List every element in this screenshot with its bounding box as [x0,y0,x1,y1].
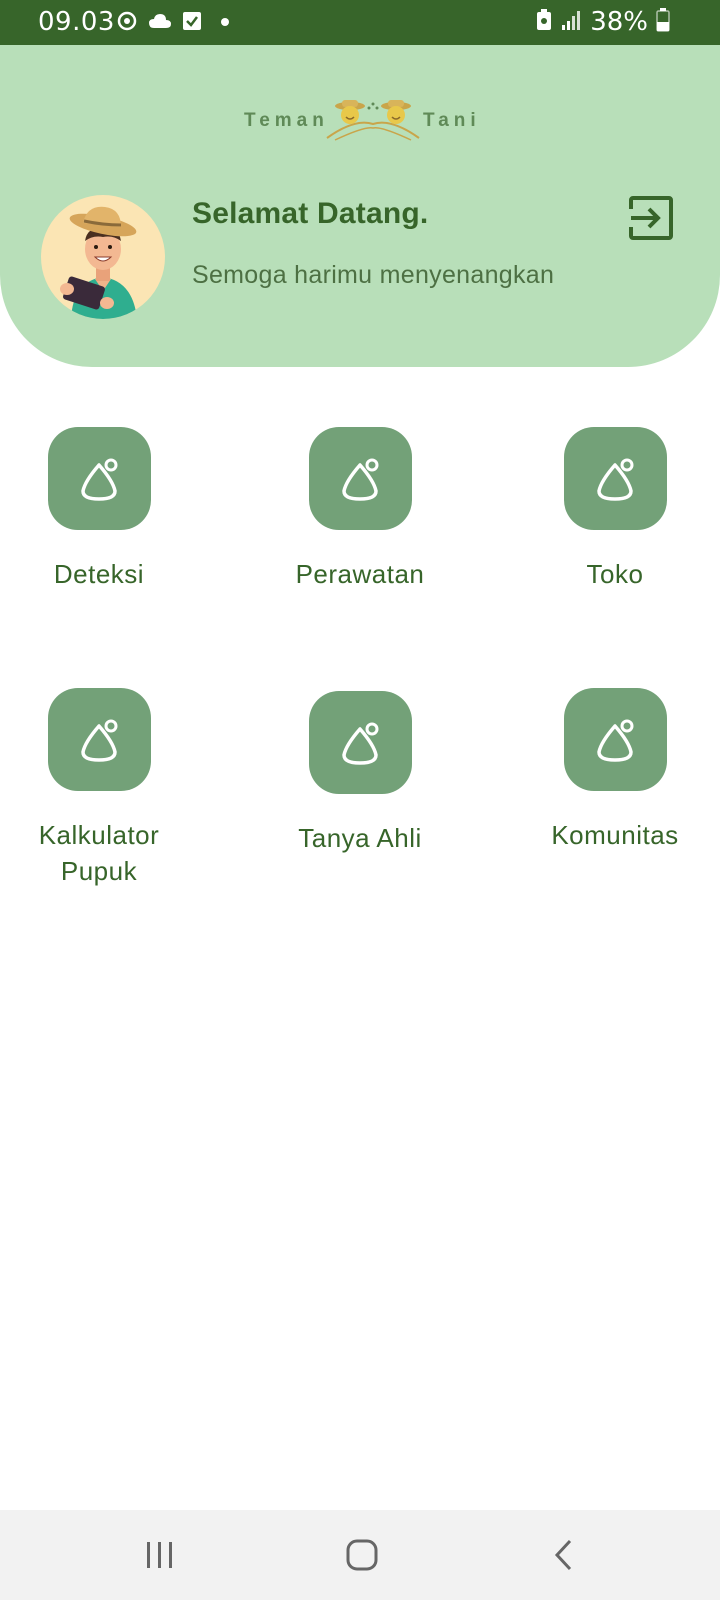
recent-apps-button[interactable] [130,1530,190,1580]
menu-label-kalkulator-pupuk: Kalkulator Pupuk [0,817,209,889]
logo-text-left: Teman [244,110,329,131]
system-nav-bar [0,1510,720,1600]
farmer-avatar-icon [60,206,137,319]
welcome-subtitle: Semoga harimu menyenangkan [192,261,555,289]
status-icons-left [116,10,230,36]
menu-item-tanya-ahli[interactable]: Tanya Ahli [250,691,470,856]
menu-label-perawatan: Perawatan [295,559,425,589]
logout-icon [628,196,673,240]
placeholder-icon [342,458,379,501]
sync-icon [116,10,138,37]
recent-apps-icon [147,1542,172,1568]
menu-item-kalkulator-pupuk[interactable]: Kalkulator Pupuk [0,688,209,889]
menu-item-deteksi[interactable]: Deteksi [0,427,209,592]
battery-icon [656,7,670,37]
menu-icon-perawatan[interactable] [308,427,412,530]
status-time: 09.03 [38,7,115,37]
dot-icon [220,14,230,32]
menu-item-toko[interactable]: Toko [505,427,720,592]
placeholder-icon [81,458,118,501]
logo-text-right: Tani [423,110,481,131]
cloud-icon [148,12,172,35]
welcome-title: Selamat Datang. [192,197,429,230]
menu-label-deteksi: Deteksi [53,559,145,589]
menu-label-tanya-ahli: Tanya Ahli [298,823,422,853]
menu-icon-kalkulator-pupuk[interactable] [47,688,151,791]
signal-icon [560,9,582,36]
menu-icon-toko[interactable] [563,427,667,530]
placeholder-icon [597,458,634,501]
avatar [41,195,165,319]
back-icon [554,1539,572,1571]
placeholder-icon [597,719,634,762]
menu-icon-deteksi[interactable] [47,427,151,530]
logout-button[interactable] [628,195,676,243]
menu-icon-tanya-ahli[interactable] [308,691,412,794]
status-icons-right: 38% [536,7,670,37]
menu-label-line1: Kalkulator [38,820,160,850]
battery-saver-icon [536,8,552,36]
menu-label-line2: Pupuk [60,856,138,886]
menu-item-perawatan[interactable]: Perawatan [250,427,470,592]
header-panel: Teman Tani Selamat Datang. Semoga harimu… [0,45,720,367]
placeholder-icon [81,719,118,762]
status-bar: 09.03 38% [0,0,720,45]
placeholder-icon [342,722,379,765]
back-button[interactable] [534,1530,594,1580]
menu-icon-komunitas[interactable] [563,688,667,791]
menu-label-komunitas: Komunitas [551,820,679,850]
menu-label-toko: Toko [586,559,644,589]
checkbox-icon [182,11,202,36]
app-logo: Teman Tani [0,98,720,148]
home-button[interactable] [332,1530,392,1580]
farmers-logo-art [326,100,420,141]
home-icon [346,1539,378,1571]
battery-percent: 38% [590,7,648,37]
menu-item-komunitas[interactable]: Komunitas [505,688,720,853]
